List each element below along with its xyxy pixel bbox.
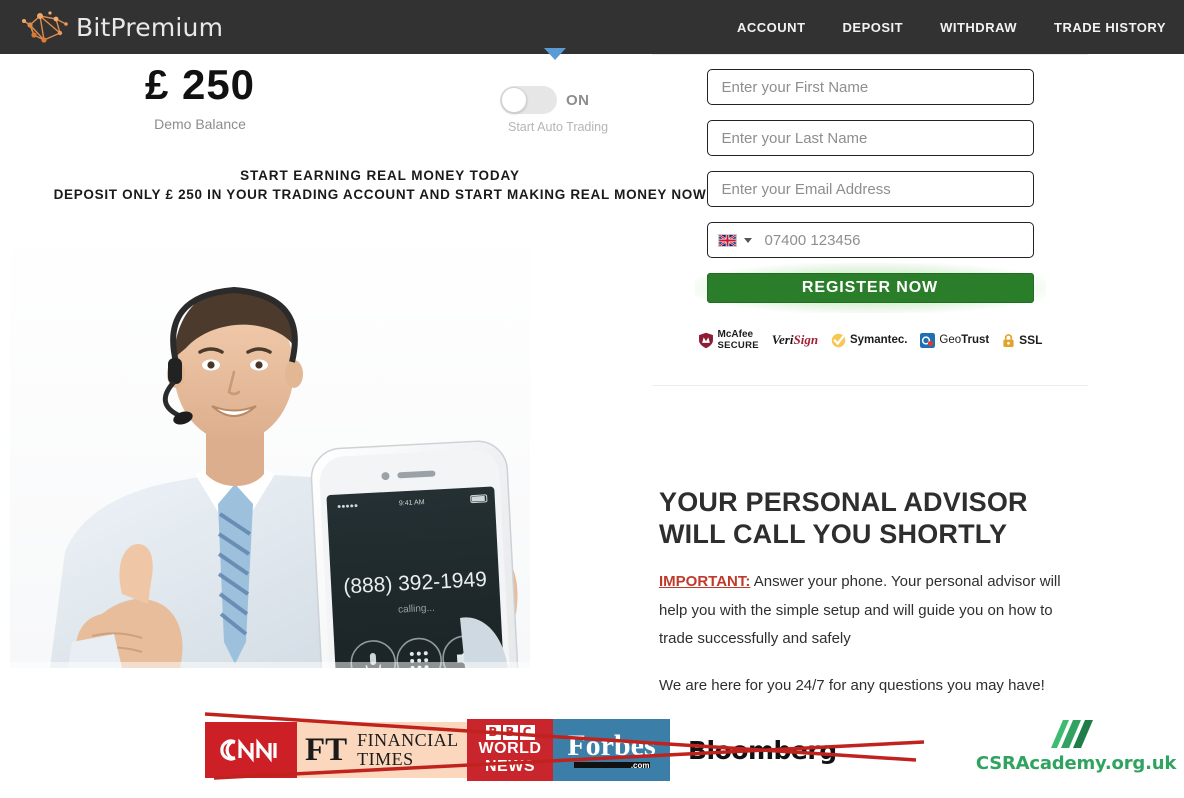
mcafee-shield-icon [698,332,713,348]
geotrust-trust: Trust [961,334,990,346]
verisign-eri: eri [779,332,794,347]
forbes-logo: Forbes .com [553,719,670,781]
geotrust-icon [920,332,936,348]
important-label: IMPORTANT: [659,572,751,590]
brand[interactable]: BitPremium [22,7,223,47]
nav-account[interactable]: ACCOUNT [737,20,806,35]
nav-trade-history[interactable]: TRADE HISTORY [1054,20,1166,35]
bbc-line-2: NEWS [485,757,535,775]
geotrust-geo: Geo [939,334,962,346]
mcafee-secure-badge: McAfee SECURE [698,329,759,351]
email-input[interactable] [706,171,1034,207]
ssl-label: SSL [1019,333,1043,347]
register-button-wrap: REGISTER NOW [694,263,1046,313]
csracademy-watermark: CSRAcademy.org.uk [968,718,1184,774]
phone-placeholder: 07400 123456 [764,231,861,249]
mcafee-line-2: SECURE [717,340,759,351]
nav-deposit[interactable]: DEPOSIT [843,20,904,35]
site-header: BitPremium ACCOUNT DEPOSIT WITHDRAW TRAD… [0,0,1184,54]
ssl-badge: SSL [1002,333,1042,348]
phone-status-time: 9:41 AM [399,499,425,507]
form-top-divider [652,54,1088,55]
ssl-lock-icon [1003,333,1014,347]
page-root: BitPremium ACCOUNT DEPOSIT WITHDRAW TRAD… [0,0,1184,798]
csracademy-text: CSRAcademy.org.uk [975,753,1177,774]
brand-name: BitPremium [76,12,224,42]
verisign-wordmark: VeriSign [772,332,818,348]
section-divider [652,385,1088,386]
bloomberg-logo: Bloomberg [688,735,837,765]
trust-badges: McAfee SECURE VeriSign Symantec. GeoTrus… [698,329,1043,351]
symantec-check-icon [831,333,846,347]
first-name-input[interactable] [706,69,1034,105]
bbc-block-1: B [485,724,501,740]
phone-call-status: calling... [398,603,435,616]
csracademy-mark-icon [1051,720,1093,748]
forbes-bar: .com [573,761,650,771]
toggle-knob [501,87,527,113]
chevron-down-icon [544,48,566,60]
verisign-badge: VeriSign [772,332,818,348]
ft-line-2: TIMES [357,749,414,769]
balance-label: Demo Balance [154,116,246,132]
verisign-sign: Sign [793,332,819,347]
bbc-block-2: B [502,724,518,740]
geotrust-label: GeoTrust [939,334,989,346]
cnn-wordmark-icon [220,738,277,763]
verisign-v: V [771,332,780,347]
bbc-line-1: WORLD [478,739,542,757]
forbes-suffix: .com [630,761,650,771]
advisor-section: YOUR PERSONAL ADVISOR WILL CALL YOU SHOR… [659,487,1089,701]
auto-trading-state: ON [566,91,590,109]
phone-input-group[interactable]: 07400 123456 [706,222,1034,258]
advisor-photo-illustration: ●●●●● 9:41 AM (888) 392-1949 calling... [10,222,530,668]
mcafee-labels: McAfee SECURE [718,329,759,351]
forbes-wordmark: Forbes [567,728,656,762]
ft-line-1: FINANCIAL [357,730,459,751]
geotrust-badge: GeoTrust [920,332,989,348]
auto-trading-caption: Start Auto Trading [508,120,609,134]
register-now-button[interactable]: REGISTER NOW [706,273,1034,303]
advisor-photo: ●●●●● 9:41 AM (888) 392-1949 calling... [10,222,530,668]
demo-balance-block: £ 250 Demo Balance [104,61,296,133]
advisor-title-line-2: WILL CALL YOU SHORTLY [659,518,1008,549]
main-nav: ACCOUNT DEPOSIT WITHDRAW TRADE HISTORY [737,0,1166,54]
advisor-body-2: We are here for you 24/7 for any questio… [659,677,1045,695]
mcafee-line-1: McAfee [717,329,754,340]
financial-times-logo: FT FINANCIAL TIMES [297,722,467,778]
cnn-logo [205,722,297,778]
auto-trading-block: ON Start Auto Trading [500,86,660,134]
advisor-title-line-1: YOUR PERSONAL ADVISOR [659,487,1028,517]
bitpremium-logo-icon [22,11,68,43]
registration-form: 07400 123456 REGISTER NOW McAfee SECURE … [652,54,1088,351]
promo-line-1: START EARNING REAL MONEY TODAY [240,168,520,183]
advisor-title: YOUR PERSONAL ADVISOR WILL CALL YOU SHOR… [659,487,1089,551]
nav-withdraw[interactable]: WITHDRAW [940,20,1017,35]
promo-text: START EARNING REAL MONEY TODAY DEPOSIT O… [0,168,760,202]
bbc-world-news-logo: B B C WORLD NEWS [467,719,553,781]
bbc-block-3: C [519,724,535,740]
ft-abbr: FT [305,731,348,768]
uk-flag-icon [717,233,737,247]
balance-amount: £ 250 [144,61,256,108]
promo-line-2: DEPOSIT ONLY £ 250 IN YOUR TRADING ACCOU… [53,187,707,202]
svg-text:●●●●●: ●●●●● [337,503,358,511]
country-caret-icon[interactable] [743,237,752,243]
media-logos: FT FINANCIAL TIMES B B C WORLD NEWS Forb… [205,715,920,785]
advisor-body: IMPORTANT: Answer your phone. Your perso… [659,568,1089,654]
symantec-label: Symantec. [849,334,908,346]
auto-trading-toggle[interactable] [500,86,557,114]
last-name-input[interactable] [706,120,1034,156]
bbc-blocks: B B C [485,724,535,740]
symantec-badge: Symantec. [831,333,908,348]
